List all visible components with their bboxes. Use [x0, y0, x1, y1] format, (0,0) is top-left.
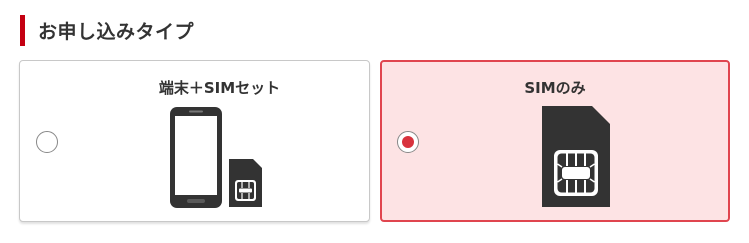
- radio-device-sim-set[interactable]: [36, 131, 58, 153]
- option-label: SIMのみ: [524, 79, 586, 97]
- section-title: お申し込みタイプ: [38, 20, 195, 43]
- smartphone-icon: [170, 107, 222, 208]
- section-accent-bar: [20, 14, 25, 46]
- option-card-device-sim-set[interactable]: 端末＋SIMセット: [19, 60, 370, 222]
- small-sim-card-icon: [229, 159, 262, 207]
- radio-sim-only[interactable]: [397, 131, 419, 153]
- section-header: お申し込みタイプ: [20, 14, 194, 46]
- sim-card-icon: [542, 106, 610, 207]
- option-label: 端末＋SIMセット: [158, 79, 281, 97]
- option-card-sim-only[interactable]: SIMのみ: [380, 60, 730, 222]
